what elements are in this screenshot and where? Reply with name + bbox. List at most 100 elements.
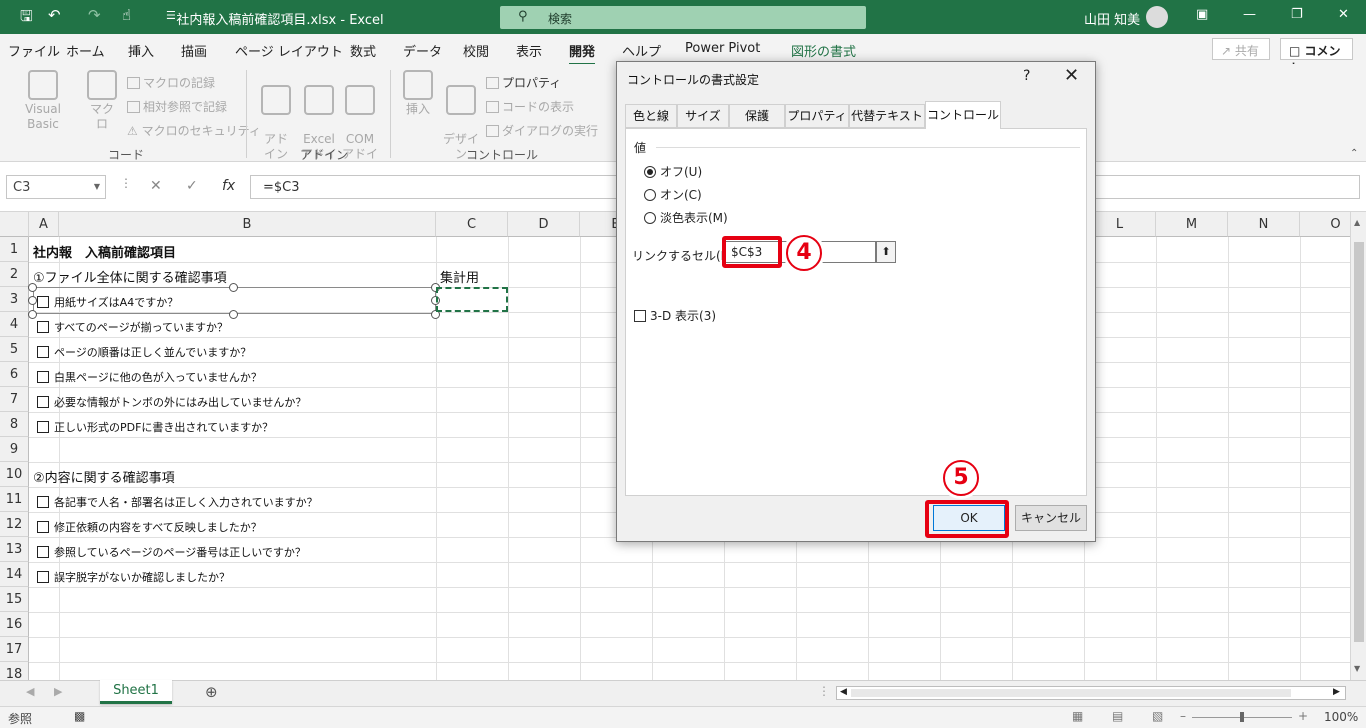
row-header[interactable]: 15 [0,587,29,612]
tab-size[interactable]: サイズ [677,104,729,128]
scroll-thumb[interactable] [1354,242,1364,642]
checkbox[interactable] [37,546,49,558]
checkbox[interactable] [37,496,49,508]
column-header[interactable]: B [59,212,436,237]
comment-button[interactable]: □ コメント [1280,38,1353,75]
row-header[interactable]: 2 [0,262,29,287]
zoom-in-icon[interactable]: + [1298,709,1308,723]
column-header[interactable]: A [29,212,59,237]
resize-handle[interactable] [28,310,37,319]
view-code-button[interactable]: コードの表示 [486,98,574,115]
resize-handle[interactable] [28,296,37,305]
tab-control[interactable]: コントロール [925,101,1001,129]
checklist-item[interactable]: 誤字脱字がないか確認しましたか？ [37,569,230,585]
column-header[interactable]: D [508,212,580,237]
column-header[interactable]: O [1300,212,1350,237]
checkbox[interactable] [37,396,49,408]
resize-handle[interactable] [229,310,238,319]
scroll-left-icon[interactable]: ◀ [840,687,847,697]
dialog-close-button[interactable]: ✕ [1064,65,1079,86]
zoom-level[interactable]: 100% [1324,710,1358,724]
tab-home[interactable]: ホーム [66,41,105,60]
record-macro-button[interactable]: マクロの記録 [127,74,215,91]
row-header[interactable]: 17 [0,637,29,662]
visual-basic-button[interactable]: Visual Basic [10,70,76,132]
row-header[interactable]: 9 [0,437,29,462]
relative-ref-button[interactable]: 相対参照で記録 [127,98,227,115]
cancel-icon[interactable]: ✕ [150,178,162,194]
row-header[interactable]: 5 [0,337,29,362]
properties-button[interactable]: プロパティ [486,74,561,91]
tab-protection[interactable]: 保護 [729,104,785,128]
checklist-item[interactable]: ページの順番は正しく並んでいますか？ [37,344,251,360]
restore-button[interactable]: ❐ [1291,7,1303,22]
macro-button[interactable]: マクロ [86,70,118,132]
row-header[interactable]: 13 [0,537,29,562]
share-button[interactable]: ↗ 共有 [1212,38,1270,60]
split-handle-icon[interactable]: ⋮ [818,684,830,698]
checklist-item[interactable]: 参照しているページのページ番号は正しいですか？ [37,544,306,560]
zoom-out-icon[interactable]: – [1180,709,1186,723]
name-box[interactable]: C3 ▼ [6,175,106,199]
avatar[interactable] [1146,6,1168,28]
sheet-prev-icon[interactable]: ◀ [26,685,34,698]
macro-security-button[interactable]: ⚠ マクロのセキュリティ [127,122,261,139]
tab-insert[interactable]: 挿入 [128,41,154,60]
sheet-tab[interactable]: Sheet1 [100,680,172,704]
macro-record-icon[interactable]: ▩ [74,709,85,723]
checklist-item[interactable]: 必要な情報がトンボの外にはみ出していませんか？ [37,394,306,410]
checkbox[interactable] [37,521,49,533]
tab-view[interactable]: 表示 [516,41,542,60]
row-header[interactable]: 6 [0,362,29,387]
row-header[interactable]: 11 [0,487,29,512]
row-header[interactable]: 12 [0,512,29,537]
resize-handle[interactable] [28,283,37,292]
row-header[interactable]: 8 [0,412,29,437]
tab-colors-lines[interactable]: 色と線 [625,104,677,128]
tab-developer[interactable]: 開発 [569,41,596,66]
scroll-thumb[interactable] [851,689,1291,697]
row-header[interactable]: 16 [0,612,29,637]
page-break-view-icon[interactable]: ▧ [1152,709,1163,723]
function-icon[interactable]: fx [222,178,235,194]
ribbon-display-icon[interactable]: ▣ [1196,7,1208,22]
radio-mixed[interactable]: 淡色表示(M) [644,209,728,226]
row-header[interactable]: 10 [0,462,29,487]
close-button[interactable]: ✕ [1338,7,1349,22]
column-header[interactable]: C [436,212,508,237]
checkbox[interactable] [37,571,49,583]
scroll-down-icon[interactable]: ▼ [1354,664,1360,673]
summary-header[interactable]: 集計用 [440,267,479,286]
insert-control-button[interactable]: 挿入 [400,70,436,117]
tab-properties[interactable]: プロパティ [785,104,849,128]
tab-draw[interactable]: 描画 [181,41,207,60]
run-dialog-button[interactable]: ダイアログの実行 [486,122,598,139]
tab-help[interactable]: ヘルプ [622,41,661,60]
cancel-button[interactable]: キャンセル [1015,505,1087,531]
radio-off[interactable]: オフ(U) [644,163,702,180]
column-header[interactable]: N [1228,212,1300,237]
checkbox[interactable] [37,346,49,358]
checklist-item[interactable]: すべてのページが揃っていますか？ [37,319,228,335]
tab-review[interactable]: 校閲 [463,41,489,60]
sheet-next-icon[interactable]: ▶ [54,685,62,698]
scroll-right-icon[interactable]: ▶ [1333,687,1340,697]
section-heading[interactable]: ②内容に関する確認事項 [33,467,175,486]
row-header[interactable]: 18 [0,662,29,680]
select-all-corner[interactable] [0,212,29,237]
tab-alt-text[interactable]: 代替テキスト [849,104,925,128]
add-sheet-icon[interactable]: ⊕ [205,683,218,701]
tab-power-pivot[interactable]: Power Pivot [685,41,760,56]
tab-formulas[interactable]: 数式 [350,41,376,60]
row-header[interactable]: 4 [0,312,29,337]
tab-shape-format[interactable]: 図形の書式 [791,41,856,60]
checklist-item[interactable]: 修正依頼の内容をすべて反映しましたか？ [37,519,262,535]
help-icon[interactable]: ? [1023,68,1030,84]
tab-data[interactable]: データ [403,41,442,60]
tab-page-layout[interactable]: ページ レイアウト [235,41,343,60]
checklist-item[interactable]: 白黒ページに他の色が入っていませんか？ [37,369,262,385]
sheet-title[interactable]: 社内報 入稿前確認項目 [33,242,176,261]
3d-shading-checkbox[interactable]: 3-D 表示(3) [634,307,716,324]
search-input[interactable]: ⚲ 検索 [500,6,866,29]
collapse-ribbon-icon[interactable]: ⌃ [1350,148,1358,159]
